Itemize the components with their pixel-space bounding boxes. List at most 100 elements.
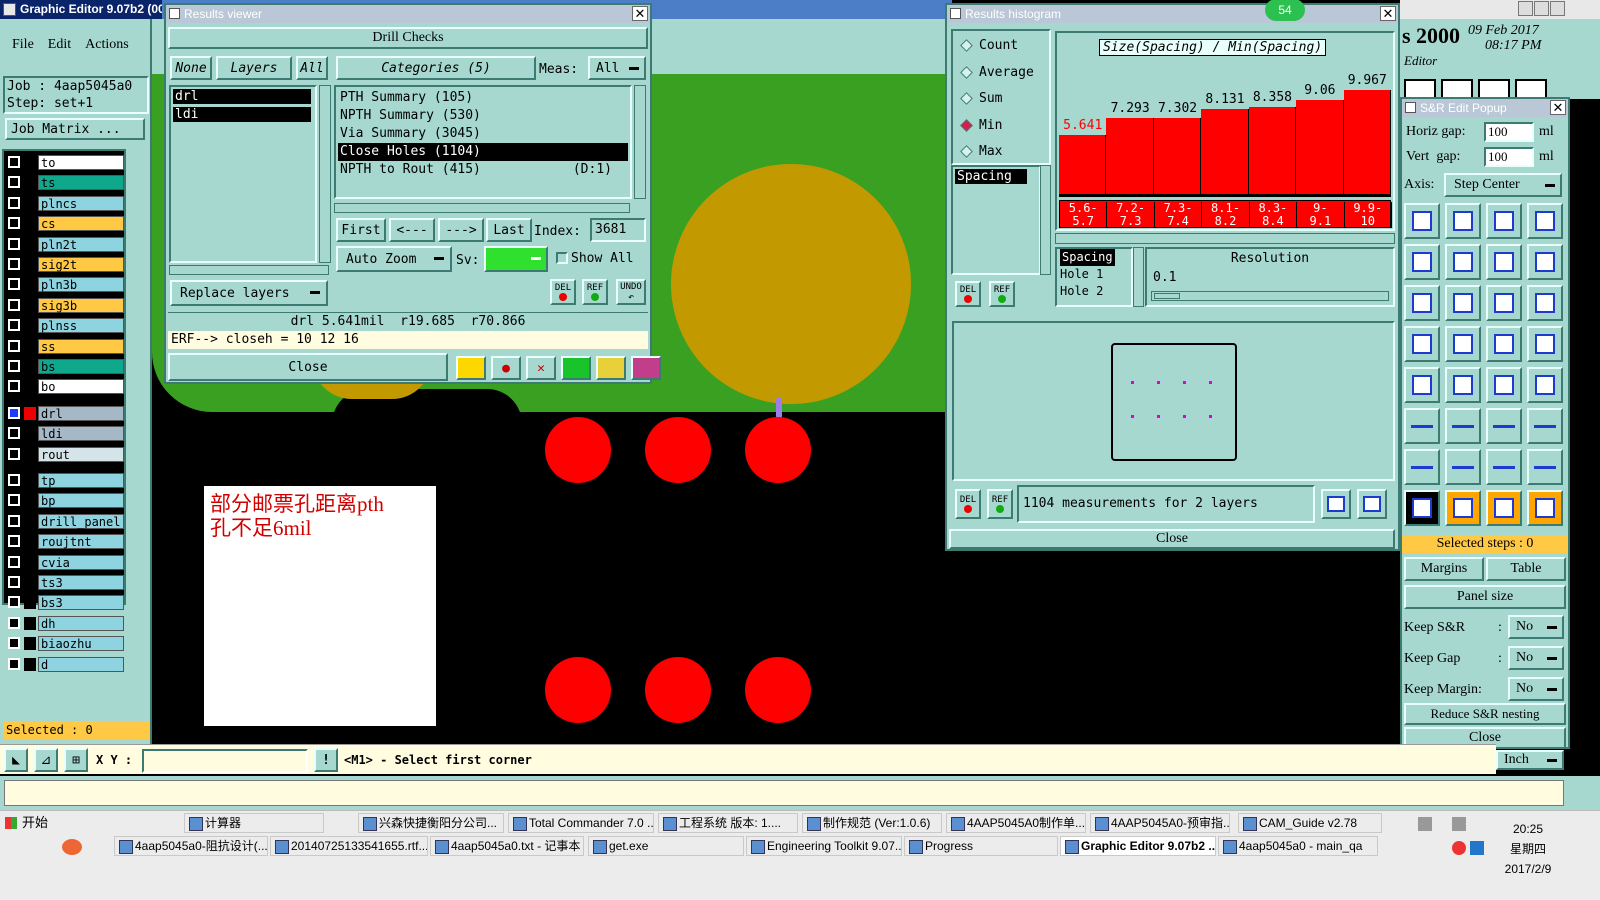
maximize-icon[interactable]	[1534, 1, 1549, 16]
taskbar-item[interactable]: get.exe	[588, 836, 744, 856]
layer-row[interactable]: drill_panel	[6, 513, 124, 529]
layer-checkbox[interactable]	[8, 360, 20, 372]
tray-icon[interactable]	[1452, 841, 1466, 855]
layer-row[interactable]: ss	[6, 338, 124, 354]
panel-size-button[interactable]: Panel size	[1404, 585, 1566, 609]
layer-row[interactable]: drl	[6, 405, 124, 421]
category-item[interactable]: NPTH Summary (530)	[338, 107, 628, 125]
taskbar-item[interactable]: 工程系统 版本: 1....	[658, 813, 798, 833]
shift-up-icon[interactable]	[1486, 408, 1522, 444]
category-item[interactable]: Close Holes (1104)	[338, 143, 628, 161]
taskbar-item[interactable]: Engineering Toolkit 9.07...	[746, 836, 902, 856]
xy-input[interactable]	[142, 749, 308, 773]
distribute-v-icon[interactable]	[1527, 367, 1563, 403]
table-button[interactable]: Table	[1486, 557, 1566, 581]
rotate-step-icon[interactable]	[1445, 244, 1481, 280]
taskbar-item[interactable]: 兴森快捷衡阳分公司...	[358, 813, 504, 833]
taskbar-item[interactable]: 4AAP5045A0-预审指...	[1090, 813, 1230, 833]
layer-checkbox[interactable]	[8, 176, 20, 189]
distribute-h-icon[interactable]	[1445, 367, 1481, 403]
resolution-slider[interactable]	[1151, 291, 1389, 301]
layer-list-scrollbar[interactable]	[319, 85, 331, 263]
layer-checkbox[interactable]	[8, 657, 20, 670]
layer-row[interactable]: biaozhu	[6, 636, 124, 652]
stack-icon[interactable]	[1527, 326, 1563, 362]
taskbar-item[interactable]: 4AAP5045A0制作单....	[946, 813, 1086, 833]
layer-checkbox[interactable]	[8, 514, 20, 527]
sv-color-dropdown[interactable]	[484, 246, 548, 272]
show-all-checkbox[interactable]	[556, 252, 568, 264]
layer-row[interactable]: pln2t	[6, 236, 124, 252]
category-item[interactable]: PTH Summary (105)	[338, 89, 628, 107]
message-field[interactable]	[4, 780, 1564, 806]
prev-button[interactable]: <---	[389, 218, 435, 242]
shift-right-icon[interactable]	[1445, 408, 1481, 444]
taskbar-item[interactable]: 4aap5045a0.txt - 记事本	[430, 836, 584, 856]
layer-checkbox[interactable]	[8, 339, 20, 352]
layer-checkbox[interactable]	[8, 217, 20, 230]
copy-step-icon[interactable]	[1486, 244, 1522, 280]
layer-checkbox[interactable]	[8, 406, 20, 419]
categories-button[interactable]: Categories (5)	[336, 56, 536, 80]
step-matrix-icon[interactable]	[1527, 203, 1563, 239]
histogram-bar[interactable]	[1059, 135, 1107, 194]
taskbar-item[interactable]: Total Commander 7.0 ...	[508, 813, 654, 833]
next-button[interactable]: --->	[438, 218, 484, 242]
option-radio-min[interactable]: Min	[959, 117, 1002, 135]
replace-layers-button[interactable]: Replace layers	[170, 280, 328, 306]
step-fill-icon[interactable]	[1445, 203, 1481, 239]
layer-row[interactable]: ts	[6, 175, 124, 191]
tab-layers[interactable]: Layers	[216, 56, 292, 80]
keep-sr-dropdown[interactable]: No	[1508, 615, 1564, 639]
layer-row[interactable]: cvia	[6, 554, 124, 570]
menu-file[interactable]: File	[12, 37, 34, 53]
units-dropdown[interactable]: Inch	[1496, 750, 1564, 770]
job-matrix-button[interactable]: Job Matrix ...	[5, 118, 145, 140]
category-item[interactable]: Via Summary (3045)	[338, 125, 628, 143]
align-center-icon[interactable]	[1445, 326, 1481, 362]
spread-h-icon[interactable]	[1404, 449, 1440, 485]
layer-row[interactable]: dh	[6, 615, 124, 631]
layer-checkbox[interactable]	[8, 494, 20, 507]
tool-icon[interactable]	[1404, 79, 1436, 99]
categories-hscroll[interactable]	[334, 203, 630, 213]
tray-icon[interactable]	[1470, 841, 1484, 855]
menu-edit[interactable]: Edit	[48, 37, 71, 53]
layer-checkbox[interactable]	[8, 380, 20, 393]
close-icon[interactable]	[1550, 1, 1565, 16]
tool-icon[interactable]	[1478, 79, 1510, 99]
align-top-icon[interactable]	[1404, 326, 1440, 362]
layer-checkbox[interactable]	[8, 258, 20, 270]
tool-icon[interactable]	[1441, 79, 1473, 99]
delete-cross-icon[interactable]: ✕	[526, 356, 556, 380]
option-radio-sum[interactable]: Sum	[959, 90, 1002, 108]
start-button[interactable]: 开始	[2, 813, 54, 833]
histogram-bar[interactable]	[1153, 118, 1202, 194]
spacing-scrollbar[interactable]	[1133, 247, 1144, 307]
step-icon[interactable]	[561, 356, 591, 380]
axis-dropdown[interactable]: Step Center	[1444, 173, 1562, 197]
histogram-bar[interactable]	[1106, 118, 1154, 194]
layer-row[interactable]: bo	[6, 379, 124, 395]
result-layer-item[interactable]: ldi	[173, 107, 311, 122]
categories-scrollbar[interactable]	[634, 85, 646, 199]
layer-checkbox[interactable]	[8, 298, 20, 311]
align-left-icon[interactable]	[1404, 367, 1440, 403]
meas-dropdown[interactable]: All	[588, 56, 646, 80]
layer-row[interactable]: plnss	[6, 318, 124, 334]
option-radio-max[interactable]: Max	[959, 143, 1002, 161]
histogram-icon[interactable]	[631, 356, 661, 380]
layer-checkbox[interactable]	[8, 535, 20, 548]
layer-checkbox[interactable]	[8, 616, 20, 629]
zoom-icon[interactable]	[456, 356, 486, 380]
layer-row[interactable]: d	[6, 656, 124, 672]
layer-checkbox[interactable]	[8, 237, 20, 250]
hist-ref-button-2[interactable]: REF	[987, 489, 1013, 519]
keep-margin-dropdown[interactable]: No	[1508, 677, 1564, 701]
option-radio-average[interactable]: Average	[959, 64, 1034, 82]
layer-checkbox[interactable]	[8, 278, 20, 291]
chart-view-button[interactable]	[1321, 489, 1351, 519]
distribute-h2-icon[interactable]	[1486, 367, 1522, 403]
close-icon[interactable]: ✕	[1380, 6, 1396, 21]
vert-gap-input[interactable]: 100	[1484, 147, 1534, 167]
